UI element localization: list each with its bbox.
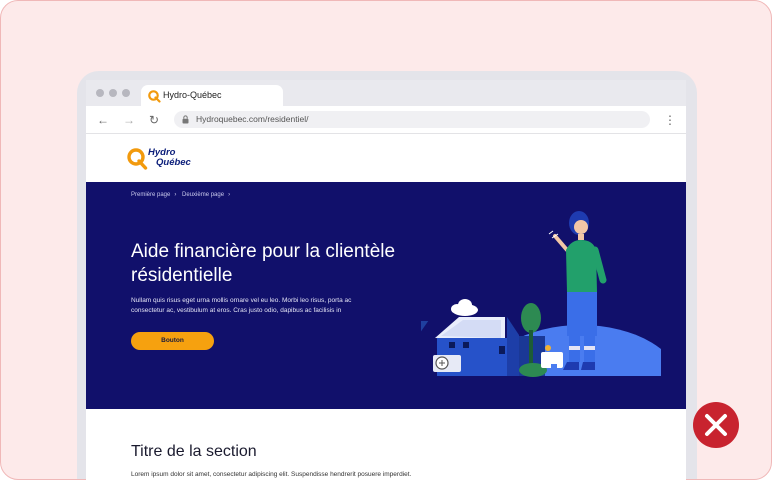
mug-icon [551,364,557,376]
hero-title: Aide financière pour la clientèle réside… [131,241,396,286]
hydro-quebec-logo-icon [127,148,148,170]
window-dot-icon [109,89,117,97]
cta-button[interactable]: Bouton [131,332,214,350]
browser-window: Hydro-Québec ← → ↻ Hydroquebec.com/resid… [86,80,686,500]
address-bar: ← → ↻ Hydroquebec.com/residentiel/ ⋮ [86,106,686,134]
cloud-icon [451,299,478,316]
logo-line-2: Québec [156,157,191,168]
error-x-icon [693,402,739,448]
breadcrumb-separator-icon: › [174,192,177,198]
breadcrumb-separator-icon: › [228,192,231,198]
heat-pump-icon [433,355,461,372]
breadcrumb: Première page › Deuxième page › [131,192,234,198]
breadcrumb-item-1[interactable]: Première page [131,192,170,198]
forward-arrow-icon[interactable]: → [122,113,136,127]
tab-bar: Hydro-Québec [86,80,686,106]
site-header: Hydro Québec [86,134,686,182]
reload-icon[interactable]: ↻ [147,113,161,127]
section-body: Lorem ipsum dolor sit amet, consectetur … [131,471,412,478]
hero-description: Nullam quis risus eget urna mollis ornar… [131,297,352,314]
hero-banner: Première page › Deuxième page › Aide finan… [86,182,686,409]
lock-icon [182,115,189,124]
url-input[interactable]: Hydroquebec.com/residentiel/ [174,111,650,128]
house-illustration [421,211,661,390]
hydro-quebec-logo[interactable]: Hydro Québec [126,147,206,173]
more-vert-icon[interactable]: ⋮ [664,113,676,127]
hydro-quebec-favicon-icon [148,90,161,103]
url-text: Hydroquebec.com/residentiel/ [196,114,309,124]
window-dot-icon [96,89,104,97]
breadcrumb-item-2[interactable]: Deuxième page [182,192,224,198]
section-title: Titre de la section [131,443,257,460]
flame-icon [545,345,551,351]
content-section: Titre de la section Lorem ipsum dolor si… [86,409,686,500]
window-dot-icon [122,89,130,97]
browser-tab[interactable]: Hydro-Québec [141,85,283,106]
logo-wordmark: Hydro Québec [148,148,191,168]
tab-title: Hydro-Québec [163,90,222,100]
back-arrow-icon[interactable]: ← [96,113,110,127]
